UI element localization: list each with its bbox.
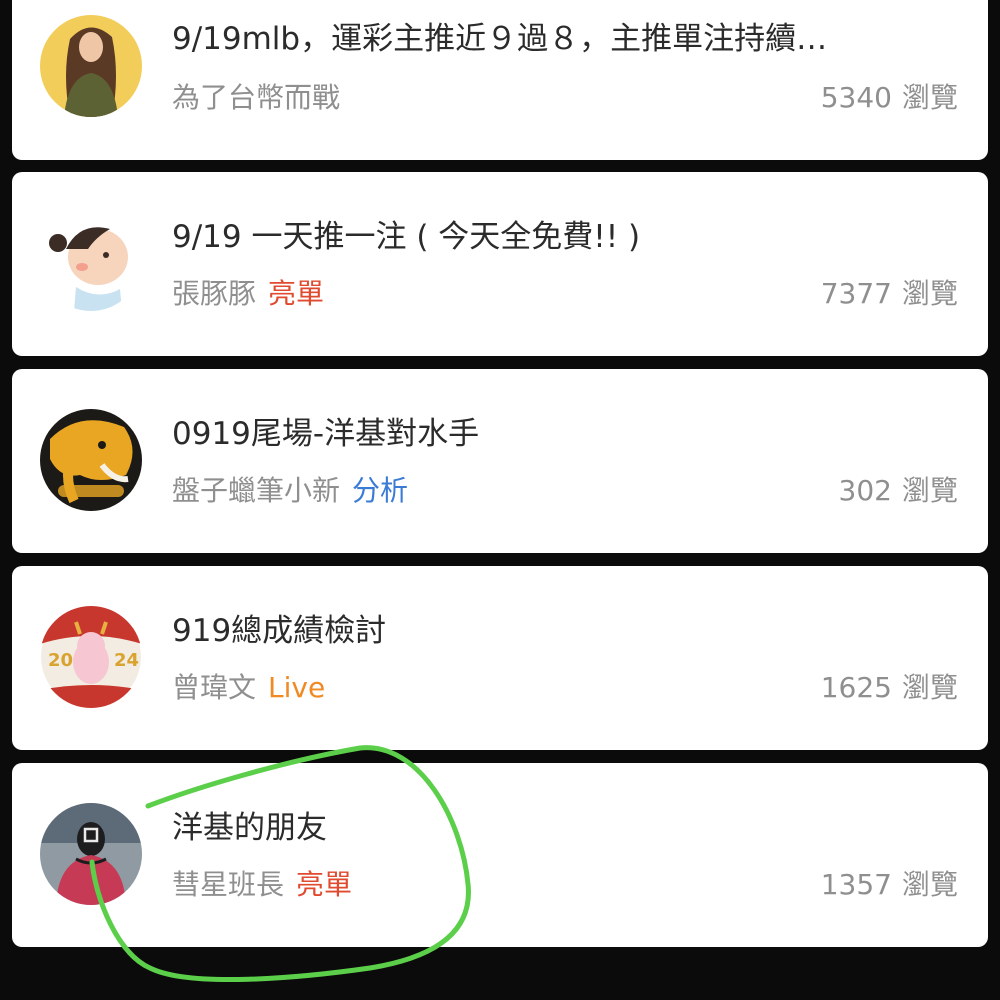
author-name[interactable]: 為了台幣而戰 [172, 81, 340, 114]
author-name[interactable]: 曾瑋文 [172, 671, 256, 704]
view-count-number: 5340 [820, 81, 892, 114]
post-tag: Live [268, 671, 326, 704]
avatar-year-left: 20 [48, 650, 73, 671]
post-title[interactable]: 洋基的朋友 [172, 808, 958, 848]
post-meta: 曾瑋文 Live [172, 670, 325, 706]
post-meta: 盤子蠟筆小新 分析 [172, 473, 408, 509]
view-count-unit: 瀏覽 [901, 671, 958, 704]
author-name[interactable]: 彗星班長 [172, 868, 284, 901]
view-count-unit: 瀏覽 [901, 868, 958, 901]
post-card[interactable]: 9/19 一天推一注 ( 今天全免費!! ) 張豚豚 亮單 7377 瀏覽 [12, 172, 988, 356]
post-title[interactable]: 919總成績檢討 [172, 611, 958, 651]
post-tag: 分析 [352, 474, 409, 507]
post-meta: 張豚豚 亮單 [172, 276, 324, 312]
post-meta: 彗星班長 亮單 [172, 867, 352, 903]
author-name[interactable]: 張豚豚 [172, 277, 256, 310]
post-list: 9/19mlb，運彩主推近９過８，主推單注持續… 為了台幣而戰 5340 瀏覽 9… [0, 0, 1000, 1000]
view-count-number: 302 [838, 474, 892, 507]
view-count-number: 7377 [820, 277, 892, 310]
avatar-masked-guard-icon [40, 803, 142, 905]
view-count-number: 1625 [820, 671, 892, 704]
view-count: 1625 瀏覽 [821, 670, 958, 706]
post-meta: 為了台幣而戰 [172, 80, 340, 116]
view-count-unit: 瀏覽 [901, 474, 958, 507]
avatar-cartoon-kid-icon [40, 209, 142, 311]
post-card[interactable]: 洋基的朋友 彗星班長 亮單 1357 瀏覽 [12, 763, 988, 947]
avatar-year-right: 24 [114, 650, 139, 671]
post-tag: 亮單 [268, 277, 325, 310]
author-name[interactable]: 盤子蠟筆小新 [172, 474, 340, 507]
view-count: 7377 瀏覽 [821, 276, 958, 312]
avatar[interactable] [40, 409, 142, 511]
post-card[interactable]: 20 24 919總成績檢討 曾瑋文 Live 1625 瀏覽 [12, 566, 988, 750]
post-card[interactable]: 9/19mlb，運彩主推近９過８，主推單注持續… 為了台幣而戰 5340 瀏覽 [12, 0, 988, 160]
post-title[interactable]: 9/19mlb，運彩主推近９過８，主推單注持續… [172, 19, 958, 59]
avatar-elephant-logo-icon [40, 409, 142, 511]
avatar[interactable] [40, 803, 142, 905]
post-tag: 亮單 [296, 868, 353, 901]
view-count: 5340 瀏覽 [821, 80, 958, 116]
avatar[interactable] [40, 209, 142, 311]
view-count: 1357 瀏覽 [821, 867, 958, 903]
view-count: 302 瀏覽 [839, 473, 958, 509]
post-title[interactable]: 9/19 一天推一注 ( 今天全免費!! ) [172, 217, 958, 257]
avatar[interactable] [40, 15, 142, 117]
post-card[interactable]: 0919尾場-洋基對水手 盤子蠟筆小新 分析 302 瀏覽 [12, 369, 988, 553]
post-title[interactable]: 0919尾場-洋基對水手 [172, 414, 958, 454]
avatar-woman-icon [40, 15, 142, 117]
view-count-unit: 瀏覽 [901, 277, 958, 310]
view-count-unit: 瀏覽 [901, 81, 958, 114]
view-count-number: 1357 [820, 868, 892, 901]
avatar[interactable]: 20 24 [40, 606, 142, 708]
avatar-dragon-2024-icon: 20 24 [40, 606, 142, 708]
